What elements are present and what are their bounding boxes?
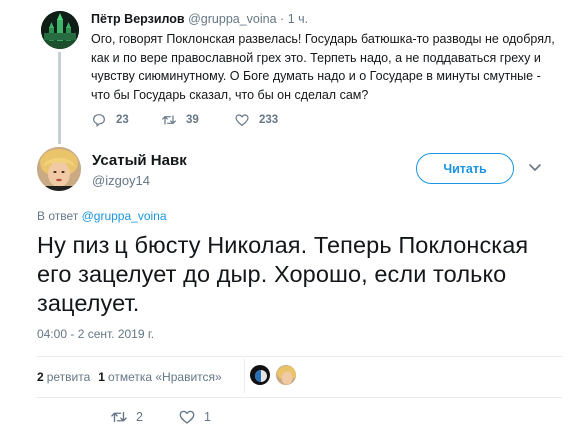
like-stat-label: отметка «Нравится» xyxy=(107,370,222,384)
retweet-stat[interactable]: 2 ретвита xyxy=(37,370,90,384)
like-button[interactable]: 1 xyxy=(178,408,211,426)
stats-separator xyxy=(244,359,245,393)
author-handle[interactable]: @izgoy14 xyxy=(92,173,150,188)
parent-like-count: 233 xyxy=(259,114,279,126)
parent-reply-button[interactable]: 23 xyxy=(91,112,161,128)
liker-avatar[interactable] xyxy=(249,364,271,386)
parent-tweet-text: Ого, говорят Поклонская развелась! Госуд… xyxy=(91,32,555,102)
author-avatar-image xyxy=(37,147,81,191)
author-name[interactable]: Усатый Навк xyxy=(92,152,187,169)
parent-avatar[interactable] xyxy=(41,11,79,49)
chevron-down-icon[interactable] xyxy=(527,159,543,175)
like-count: 1 xyxy=(204,410,211,424)
parent-like-button[interactable]: 233 xyxy=(234,112,278,128)
heart-icon xyxy=(235,114,249,126)
parent-separator: · xyxy=(280,12,285,26)
reply-to-line: В ответ @gruppa_voina xyxy=(37,209,167,223)
tweet-action-bar: 2 1 xyxy=(110,406,211,428)
parent-author-name[interactable]: Пётр Верзилов xyxy=(91,12,185,26)
parent-header: Пётр Верзилов @gruppa_voina · 1 ч. xyxy=(91,12,308,26)
retweet-count: 2 xyxy=(136,410,143,424)
like-stat[interactable]: 1 отметка «Нравится» xyxy=(98,370,221,384)
retweet-button[interactable]: 2 xyxy=(110,408,178,426)
parent-action-bar: 23 39 233 xyxy=(91,111,278,129)
author-avatar[interactable] xyxy=(37,147,81,191)
divider xyxy=(36,397,562,398)
tweet-timestamp[interactable]: 04:00 - 2 сент. 2019 г. xyxy=(37,327,154,341)
parent-retweet-count: 39 xyxy=(186,114,199,126)
retweet-stat-label: ретвита xyxy=(46,370,91,384)
parent-reply-count: 23 xyxy=(116,114,129,126)
heart-icon xyxy=(179,410,195,424)
reply-to-label: В ответ xyxy=(37,209,79,223)
reply-icon xyxy=(93,114,105,127)
parent-retweet-button[interactable]: 39 xyxy=(161,112,234,128)
liker-avatar[interactable] xyxy=(275,364,297,386)
tweet-text: Ну пиз ц бюсту Николая. Теперь Поклонска… xyxy=(37,232,529,316)
kremlin-avatar-image xyxy=(41,11,79,49)
liker-avatar-image xyxy=(276,365,296,385)
parent-tweet[interactable]: Пётр Верзилов @gruppa_voina · 1 ч. Ого, … xyxy=(0,0,572,144)
retweet-icon xyxy=(111,411,127,423)
retweet-icon xyxy=(162,115,176,125)
parent-time[interactable]: 1 ч. xyxy=(288,12,308,26)
parent-author-handle[interactable]: @gruppa_voina xyxy=(188,12,276,26)
reply-to-mention[interactable]: @gruppa_voina xyxy=(82,209,167,223)
liker-avatar-image xyxy=(250,365,270,385)
divider xyxy=(36,356,562,357)
follow-button[interactable]: Читать xyxy=(416,153,514,184)
thread-line xyxy=(58,52,61,144)
like-stat-count: 1 xyxy=(98,370,105,384)
engagement-stats: 2 ретвита 1 отметка «Нравится» xyxy=(37,369,230,385)
retweet-stat-count: 2 xyxy=(37,370,44,384)
